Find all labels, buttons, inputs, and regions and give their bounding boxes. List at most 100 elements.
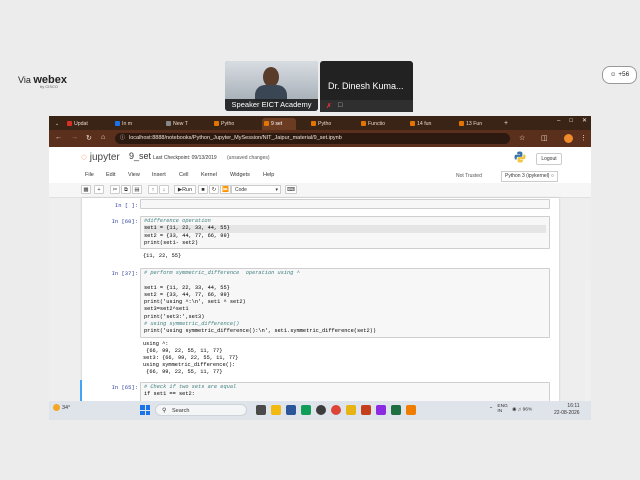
tab-1[interactable]: In m (113, 118, 139, 130)
tab-search-button[interactable]: ⌄ (51, 118, 65, 130)
participant-tile[interactable]: Dr. Dinesh Kuma... ✗ □ (320, 61, 413, 112)
maximize-icon[interactable]: □ (569, 118, 573, 124)
code-cell[interactable]: In [ ]: (82, 198, 559, 212)
edge-icon[interactable] (301, 405, 311, 415)
chrome-icon[interactable] (331, 405, 341, 415)
notebook-scrollbar[interactable] (585, 280, 590, 401)
settings-icon[interactable] (316, 405, 326, 415)
insert-cell-button[interactable]: + (94, 185, 104, 194)
jupyter-header: ◌ jupyter 9_set Last Checkpoint: 09/13/2… (49, 147, 591, 169)
via-label: Via (18, 75, 31, 85)
cell-prompt: In [ ]: (114, 202, 138, 209)
save-button[interactable]: ▩ (81, 185, 91, 194)
browser-menu-icon[interactable]: ⋮ (580, 134, 587, 142)
tab-4[interactable]: 9 set (262, 118, 296, 130)
tab-7[interactable]: 14 fun (408, 118, 440, 130)
tab-5[interactable]: Pytho (309, 118, 339, 130)
profile-avatar[interactable] (564, 134, 573, 143)
menu-file[interactable]: File (85, 172, 94, 178)
windows-taskbar: 34° ⚲ Search ⌃ ENG IN ◉ ♫ 96% 16:11 22-08-… (49, 401, 591, 420)
speaker-head (263, 67, 279, 87)
restart-button[interactable]: ↻ (209, 185, 219, 194)
site-info-icon[interactable]: ⓘ (120, 133, 125, 144)
folder-icon[interactable] (346, 405, 356, 415)
run-button[interactable]: ▶Run (174, 185, 196, 194)
menu-insert[interactable]: Insert (152, 172, 166, 178)
restart-run-all-button[interactable]: ⏩ (220, 185, 231, 194)
move-down-button[interactable]: ↓ (159, 185, 169, 194)
cell-input[interactable]: # Check if two sets are equal if set1 ==… (140, 382, 550, 401)
file-explorer-icon[interactable] (271, 405, 281, 415)
tab-2[interactable]: New T (164, 118, 192, 130)
code-line: # perform symmetric_difference operation… (144, 270, 300, 276)
reload-icon[interactable]: ↻ (86, 134, 92, 142)
tab-8[interactable]: 13 Fun (457, 118, 491, 130)
bookmark-star-icon[interactable]: ☆ (519, 134, 525, 142)
logout-button[interactable]: Logout (536, 153, 562, 165)
run-label: Run (182, 187, 193, 193)
vlc-icon[interactable] (406, 405, 416, 415)
menu-cell[interactable]: Cell (179, 172, 188, 178)
tab-label: Pytho (318, 121, 332, 127)
cell-input[interactable]: #difference operation set1 = {11, 22, 33… (140, 216, 550, 249)
minimize-icon[interactable]: – (557, 118, 560, 124)
cell-type-select[interactable]: Code ▾ (231, 185, 281, 194)
menu-help[interactable]: Help (263, 172, 274, 178)
jupyter-tab-icon (361, 121, 366, 126)
notebook-name[interactable]: 9_set (129, 151, 151, 161)
move-up-button[interactable]: ↑ (148, 185, 158, 194)
cell-output: using ^: {66, 99, 22, 55, 11, 77} set3: … (143, 341, 238, 376)
participants-count-button[interactable]: ☺ +56 (602, 66, 637, 84)
extensions-icon[interactable]: ◫ (541, 134, 548, 142)
code-cell[interactable]: In [65]: # Check if two sets are equal i… (82, 381, 559, 401)
tab-0[interactable]: Updat (65, 118, 97, 130)
task-view-icon[interactable] (256, 405, 266, 415)
tab-label: 9 set (271, 121, 283, 127)
home-icon[interactable]: ⌂ (101, 134, 105, 141)
word-icon[interactable] (286, 405, 296, 415)
code-line: #difference operation (144, 218, 211, 224)
tab-label: 13 Fun (466, 121, 483, 127)
output-line: {66, 99, 22, 55, 11, 77} (143, 369, 223, 376)
cell-type-value: Code (235, 187, 247, 193)
app-icon[interactable] (376, 405, 386, 415)
powerpoint-icon[interactable] (361, 405, 371, 415)
unsaved-status: (unsaved changes) (227, 155, 270, 161)
new-tab-button[interactable]: + (501, 118, 513, 130)
code-cell[interactable]: In [60]: #difference operation set1 = {1… (82, 215, 559, 265)
tab-label: 14 fun (417, 121, 432, 127)
region-code: IN (497, 409, 503, 414)
back-icon[interactable]: ← (55, 134, 62, 141)
taskbar-clock[interactable]: 16:11 22-08-2026 (554, 403, 580, 417)
command-palette-button[interactable]: ⌨ (285, 185, 297, 194)
menu-view[interactable]: View (128, 172, 140, 178)
output-line: using ^: (143, 341, 169, 347)
excel-icon[interactable] (391, 405, 401, 415)
clock-time: 16:11 (567, 403, 580, 409)
interrupt-button[interactable]: ■ (198, 185, 208, 194)
battery-percent: 96% (522, 407, 533, 413)
speaker-video-tile[interactable]: Speaker EICT Academy (225, 61, 318, 111)
cut-button[interactable]: ✂ (110, 185, 120, 194)
menu-edit[interactable]: Edit (106, 172, 115, 178)
jupyter-logo[interactable]: ◌ jupyter (81, 152, 120, 163)
tab-3[interactable]: Pytho (212, 118, 242, 130)
taskbar-search[interactable]: ⚲ Search (155, 404, 247, 416)
code-cell[interactable]: In [37]: # perform symmetric_difference … (82, 267, 559, 379)
weather-widget[interactable]: 34° (53, 404, 70, 411)
tab-6[interactable]: Functio (359, 118, 393, 130)
url-input[interactable]: ⓘ localhost:8888/notebooks/Python_Jupyte… (115, 133, 510, 144)
forward-icon[interactable]: → (71, 134, 78, 141)
cell-input[interactable] (140, 199, 550, 209)
start-button[interactable] (140, 405, 150, 415)
close-icon[interactable]: ✕ (582, 118, 587, 124)
kernel-name: Python 3 (ipykernel) (505, 173, 550, 179)
cell-input[interactable]: # perform symmetric_difference operation… (140, 268, 550, 338)
paste-button[interactable]: ▤ (132, 185, 142, 194)
copy-button[interactable]: ⧉ (121, 185, 131, 194)
trusted-status[interactable]: Not Trusted (456, 173, 482, 179)
menu-kernel[interactable]: Kernel (201, 172, 217, 178)
kernel-indicator[interactable]: Python 3 (ipykernel) ○ (501, 171, 558, 182)
menu-widgets[interactable]: Widgets (230, 172, 250, 178)
system-tray[interactable]: ⌃ ENG IN ◉ ♫ 96% (489, 404, 532, 414)
